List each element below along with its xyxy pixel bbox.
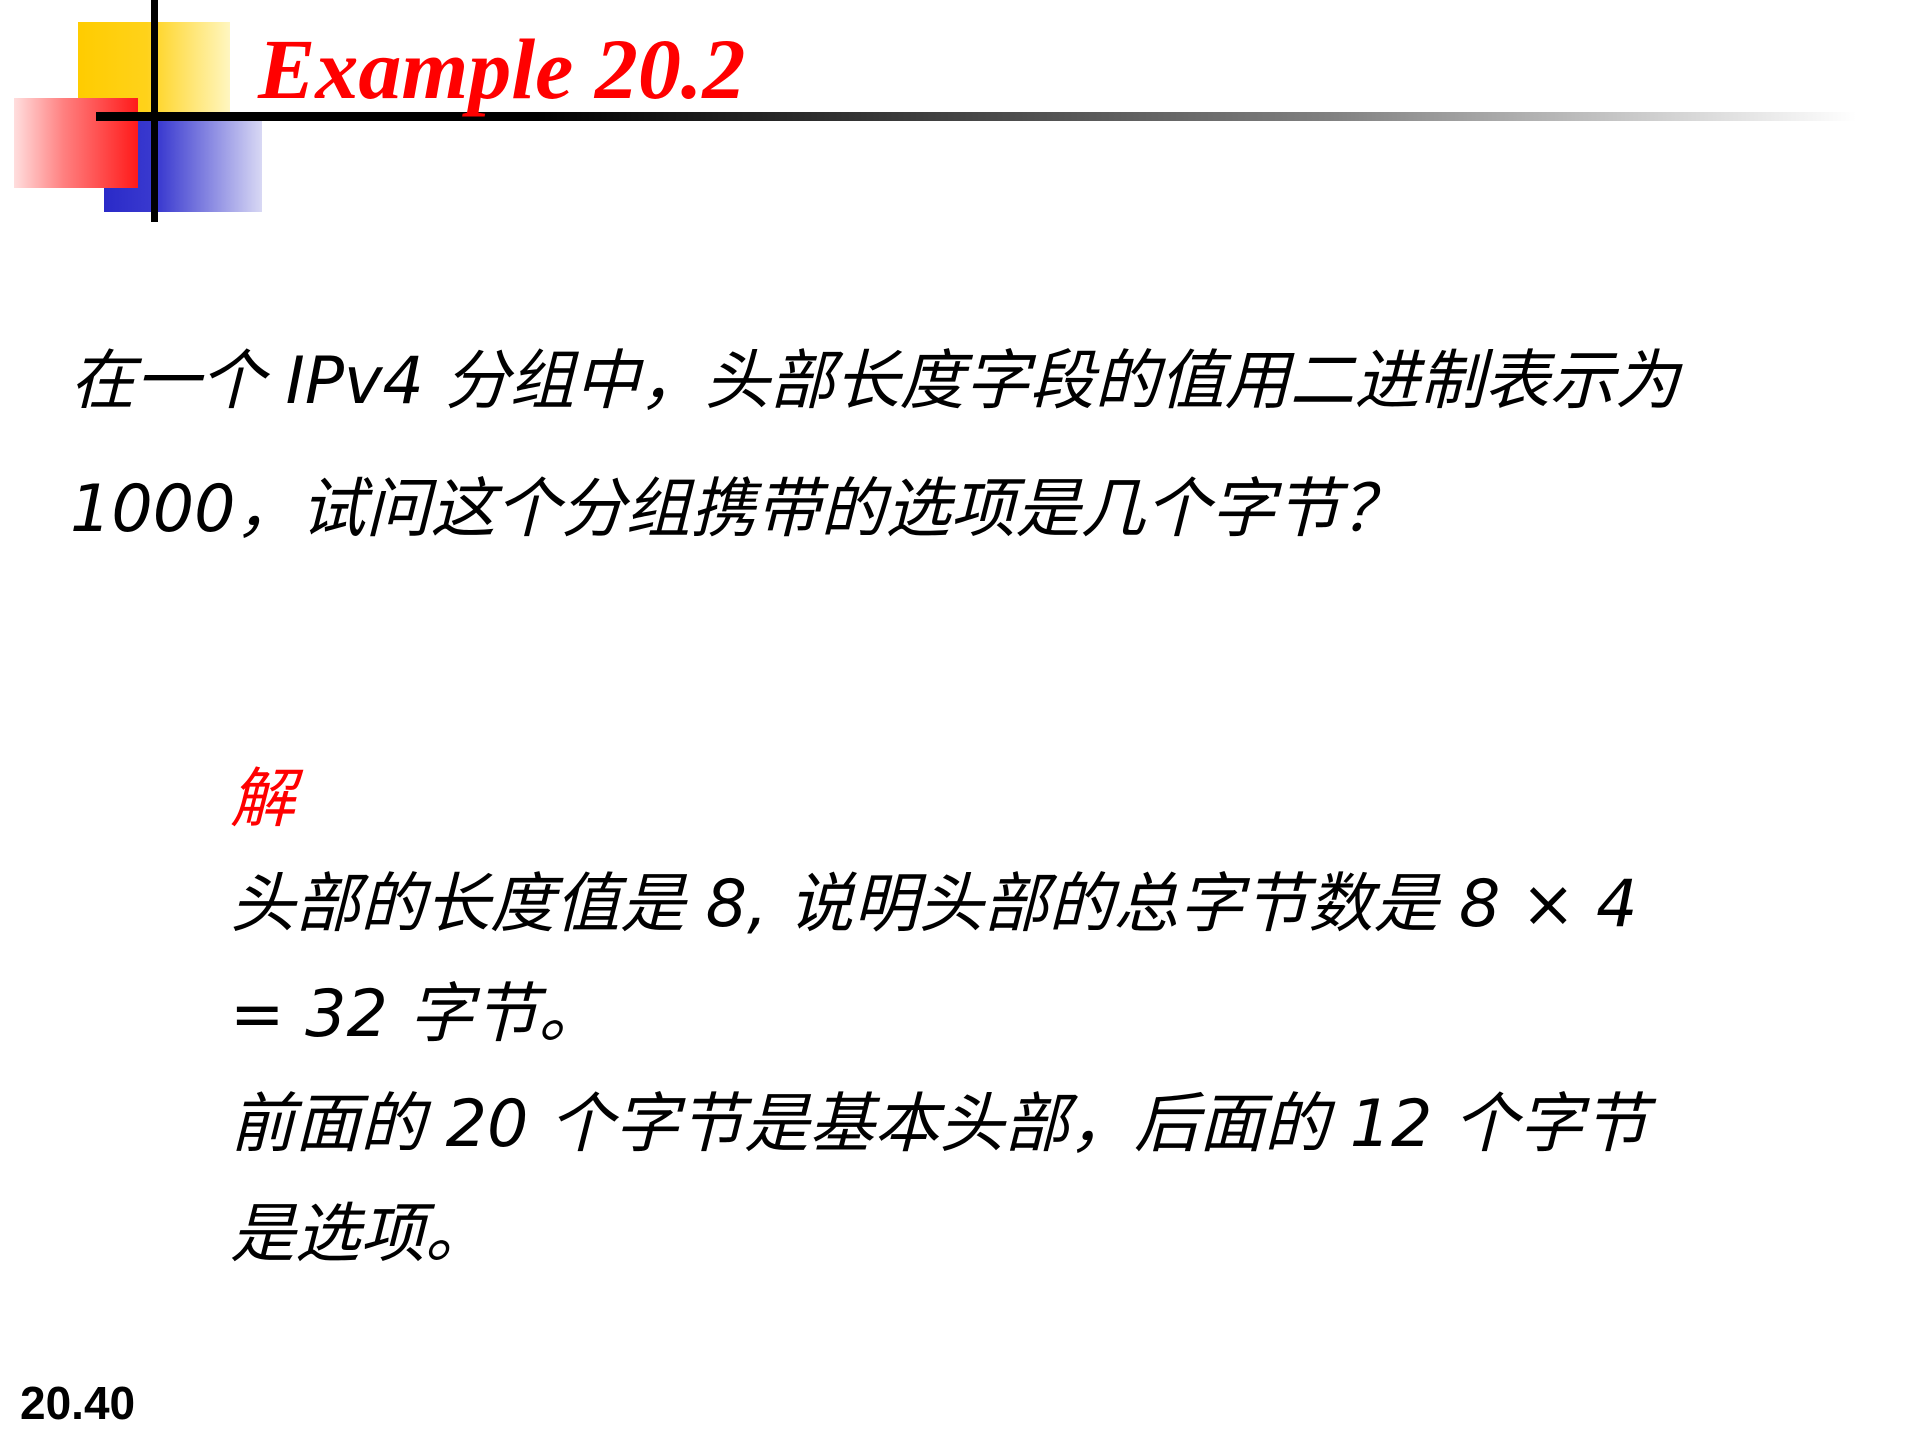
answer-line-2: 前面的 20 个字节是基本头部，后面的 12 个字节是选项。 [230,1087,1649,1272]
page-number: 20.40 [20,1377,136,1429]
answer-line-1: 头部的长度值是 8, 说明头部的总字节数是 8 × 4 = 32 字节。 [230,867,1638,1052]
slide: Example 20.2 在一个 IPv4 分组中，头部长度字段的值用二进制表示… [0,0,1920,1440]
slide-title: Example 20.2 [258,21,746,117]
question-text: 在一个 IPv4 分组中，头部长度字段的值用二进制表示为1000，试问这个分组携… [70,344,1680,547]
answer-block: 解 头部的长度值是 8, 说明头部的总字节数是 8 × 4 = 32 字节。 前… [230,750,1670,1290]
logo-vertical-line [151,0,158,222]
answer-label: 解 [230,762,296,837]
